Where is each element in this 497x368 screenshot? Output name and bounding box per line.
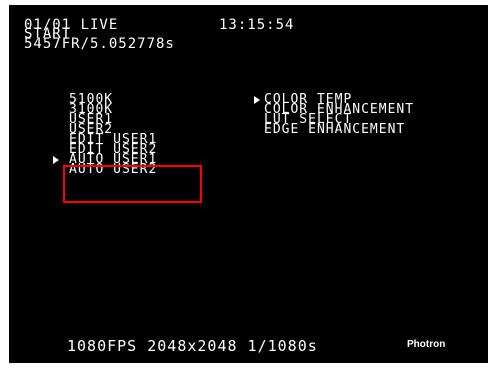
clock: 13:15:54 [219, 17, 295, 33]
color-temp-submenu: 5100K 3100K USER1 USER2 EDIT USER1 EDIT … [51, 93, 211, 176]
image-settings-menu: COLOR TEMP COLOR ENHANCEMENT LUT SELECT … [254, 93, 484, 137]
menu-item-edge-enhancement[interactable]: EDGE ENHANCEMENT [254, 122, 484, 137]
frame-count: 5457FR/5.052778s [24, 36, 175, 52]
recording-info: 1080FPS 2048x2048 1/1080s [67, 337, 318, 355]
cursor-arrow-icon [254, 96, 260, 104]
brand-logo: Photron [407, 339, 446, 350]
selection-highlight-box [63, 165, 202, 203]
menu-item-label: EDGE ENHANCEMENT [264, 122, 406, 137]
camera-osd-screen: 01/01 LIVE 13:15:54 START 5457FR/5.05277… [9, 5, 488, 363]
cursor-arrow-icon [53, 156, 59, 164]
